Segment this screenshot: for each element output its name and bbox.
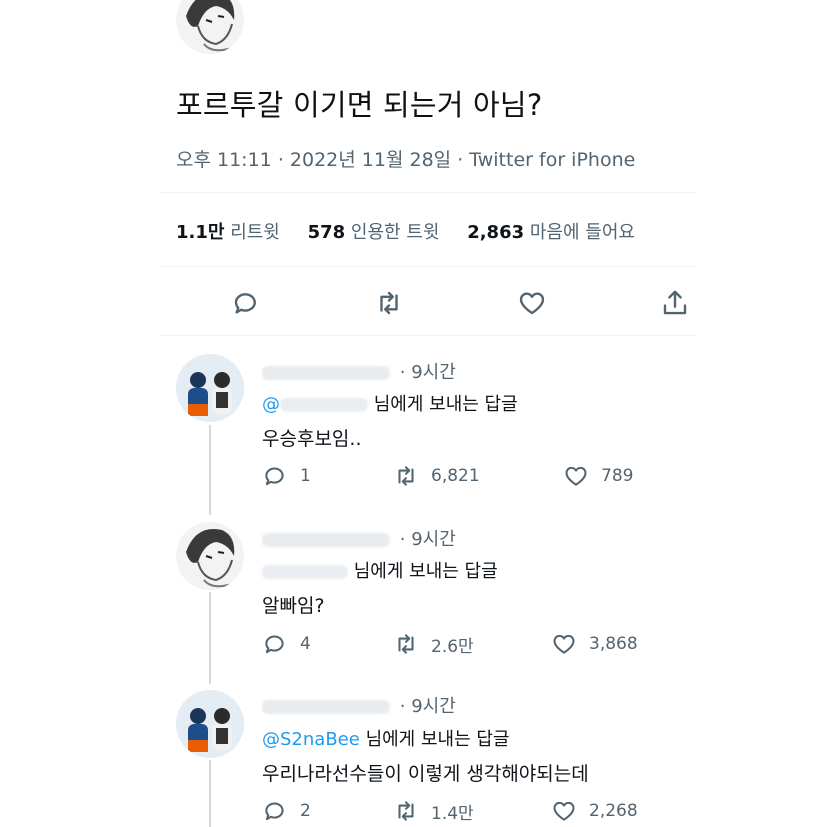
username-redacted xyxy=(262,533,390,547)
reply-avatar[interactable] xyxy=(176,522,244,590)
tweet-stats: 1.1만 리트윗 578 인용한 트윗 2,863 마음에 들어요 xyxy=(176,218,657,244)
retweet-icon[interactable] xyxy=(374,288,404,318)
divider xyxy=(160,266,696,267)
reply-count[interactable]: 1 xyxy=(262,463,311,489)
username-redacted xyxy=(262,700,390,714)
meta-separator: · xyxy=(399,696,412,717)
reply-text: 알빠임? xyxy=(262,595,325,617)
like-count[interactable]: 789 xyxy=(563,463,633,489)
replying-suffix: 님에게 보내는 답글 xyxy=(353,561,498,582)
tweet-meta: 오후 11:11 · 2022년 11월 28일 · Twitter for i… xyxy=(176,145,635,172)
meta-separator: · xyxy=(399,362,412,383)
reply-text: 우리나라선수들이 이렇게 생각해야되는데 xyxy=(262,763,589,785)
mention-redacted xyxy=(280,398,368,412)
reply-time[interactable]: 9시간 xyxy=(411,529,456,550)
meta-separator: · xyxy=(457,149,470,171)
tweet-text: 포르투갈 이기면 되는거 아님? xyxy=(176,88,543,122)
meta-separator: · xyxy=(399,529,412,550)
like-count[interactable]: 2,268 xyxy=(551,798,638,824)
like-icon xyxy=(553,634,575,654)
reply-icon xyxy=(265,467,284,486)
divider xyxy=(160,192,696,193)
quotes-stat[interactable]: 578 인용한 트윗 xyxy=(308,218,440,244)
reply-icon xyxy=(265,635,284,654)
reply-count[interactable]: 2 xyxy=(262,798,311,824)
author-avatar[interactable] xyxy=(176,0,244,54)
reply-text: 우승후보임.. xyxy=(262,428,362,450)
thread-connector xyxy=(209,425,211,515)
meta-separator: · xyxy=(277,149,290,171)
mention-link[interactable]: @ xyxy=(262,394,280,415)
reply-count[interactable]: 4 xyxy=(262,631,311,657)
reply-avatar[interactable] xyxy=(176,354,244,422)
replying-suffix: 님에게 보내는 답글 xyxy=(373,394,518,415)
reply-header: · 9시간 xyxy=(262,525,456,551)
reply-time[interactable]: 9시간 xyxy=(411,362,456,383)
retweet-count[interactable]: 2.6만 xyxy=(393,631,474,657)
like-icon xyxy=(565,466,587,486)
reply-header: · 9시간 xyxy=(262,692,456,718)
retweet-icon xyxy=(398,466,414,486)
reply-avatar[interactable] xyxy=(176,690,244,758)
mention-redacted xyxy=(262,565,348,579)
retweet-icon xyxy=(398,634,414,654)
thread-connector xyxy=(209,592,211,684)
reply-icon xyxy=(265,802,284,821)
replying-to: 님에게 보내는 답글 xyxy=(262,557,498,583)
retweets-stat[interactable]: 1.1만 리트윗 xyxy=(176,218,280,244)
reply-header: · 9시간 xyxy=(262,358,456,384)
username-redacted xyxy=(262,366,390,380)
reply-time[interactable]: 9시간 xyxy=(411,696,456,717)
mention-link[interactable]: @S2naBee xyxy=(262,729,360,750)
replying-to: @ 님에게 보내는 답글 xyxy=(262,390,518,416)
retweet-icon xyxy=(398,801,414,821)
like-icon xyxy=(553,801,575,821)
like-icon[interactable] xyxy=(517,288,547,318)
replying-suffix: 님에게 보내는 답글 xyxy=(365,729,510,750)
divider xyxy=(160,335,696,336)
reply-icon[interactable] xyxy=(231,288,261,318)
tweet-date[interactable]: 2022년 11월 28일 xyxy=(290,149,451,171)
retweet-count[interactable]: 6,821 xyxy=(393,463,480,489)
like-count[interactable]: 3,868 xyxy=(551,631,638,657)
tweet-source[interactable]: Twitter for iPhone xyxy=(469,149,635,171)
replying-to: @S2naBee 님에게 보내는 답글 xyxy=(262,725,510,751)
tweet-time[interactable]: 오후 11:11 xyxy=(176,149,272,171)
likes-stat[interactable]: 2,863 마음에 들어요 xyxy=(467,218,635,244)
retweet-count[interactable]: 1.4만 xyxy=(393,798,474,824)
thread-connector xyxy=(209,760,211,827)
share-icon[interactable] xyxy=(660,288,690,318)
